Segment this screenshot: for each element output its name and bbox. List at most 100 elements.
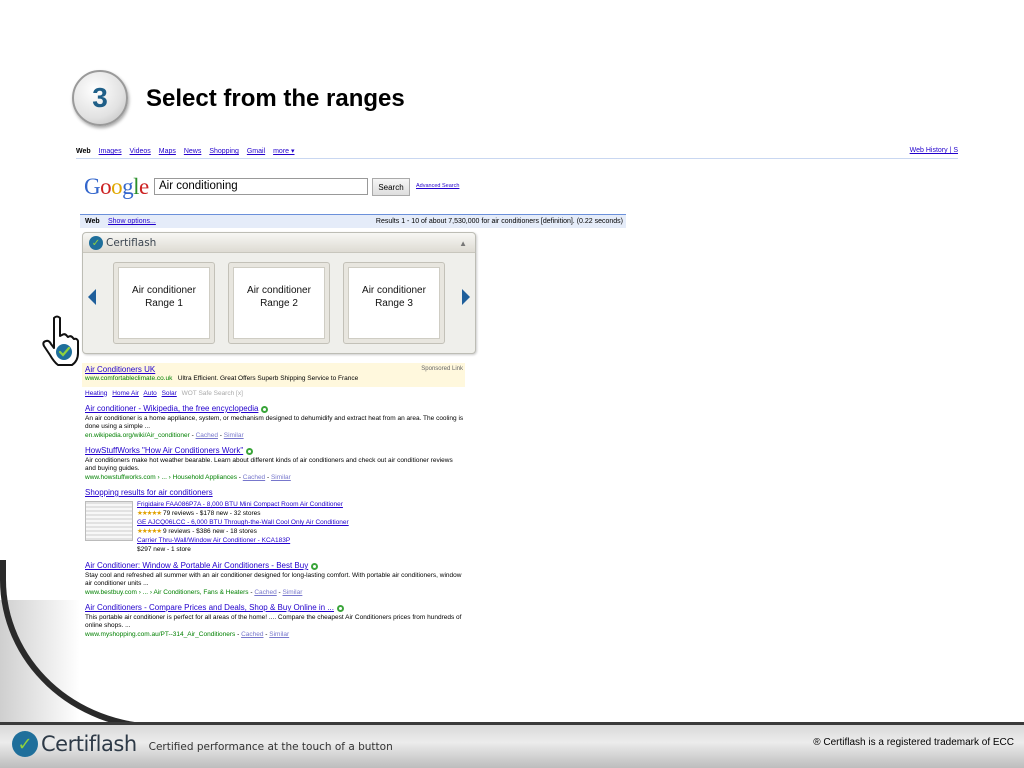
wot-rating-icon bbox=[337, 604, 345, 612]
sponsored-tag: Sponsored Link bbox=[421, 366, 463, 372]
certiflash-logo-icon: ✓ bbox=[12, 731, 38, 757]
footer-trademark: ® Certiflash is a registered trademark o… bbox=[813, 737, 1014, 748]
range-card-line: Range 3 bbox=[375, 298, 413, 309]
refine-link[interactable]: Home Air bbox=[112, 390, 139, 397]
result-desc: Air conditioners make hot weather bearab… bbox=[85, 456, 453, 473]
nav-news[interactable]: News bbox=[184, 148, 202, 155]
logo-letter: e bbox=[139, 174, 149, 199]
cached-link[interactable]: Cached bbox=[254, 589, 276, 596]
refine-links: Heating Home Air Auto Solar WOT Safe Sea… bbox=[85, 390, 465, 399]
logo-letter: g bbox=[122, 174, 134, 199]
show-options-link[interactable]: Show options... bbox=[108, 215, 156, 228]
search-input[interactable]: Air conditioning bbox=[154, 178, 368, 195]
cached-link[interactable]: Cached bbox=[196, 432, 218, 439]
result-desc: An air conditioner is a home appliance, … bbox=[85, 414, 464, 431]
nav-web[interactable]: Web bbox=[76, 148, 91, 155]
shopping-results: Shopping results for air conditioners Fr… bbox=[85, 488, 465, 555]
advanced-search-link[interactable]: Advanced Search bbox=[416, 183, 459, 189]
range-card-3-label: Air conditioner Range 3 bbox=[348, 267, 440, 339]
top-nav-divider bbox=[76, 158, 958, 159]
certiflash-panel-logo: Certiflash bbox=[106, 237, 157, 249]
refine-link[interactable]: Auto bbox=[143, 390, 156, 397]
range-card-3[interactable]: Air conditioner Range 3 bbox=[343, 262, 445, 344]
result-item: Air Conditioners - Compare Prices and De… bbox=[85, 603, 465, 639]
similar-link[interactable]: Similar bbox=[224, 432, 244, 439]
refine-link[interactable]: Heating bbox=[85, 390, 107, 397]
sponsored-title-link[interactable]: Air Conditioners UK bbox=[85, 365, 463, 375]
star-rating-icon: ★★★★★ bbox=[137, 527, 162, 535]
result-url: www.bestbuy.com › ... › Air Conditioners… bbox=[85, 588, 249, 596]
result-title-link[interactable]: Air Conditioner: Window & Portable Air C… bbox=[85, 561, 308, 570]
cached-link[interactable]: Cached bbox=[241, 631, 263, 638]
shopping-item-link[interactable]: Frigidaire FAA086P7A - 8,000 BTU Mini Co… bbox=[137, 501, 349, 510]
footer-brand: Certiflash bbox=[41, 732, 137, 756]
shopping-title-link[interactable]: Shopping results for air conditioners bbox=[85, 488, 465, 498]
range-card-1-label: Air conditioner Range 1 bbox=[118, 267, 210, 339]
range-card-1[interactable]: Air conditioner Range 1 bbox=[113, 262, 215, 344]
certiflash-panel-header: ✓ Certiflash ▲ bbox=[83, 233, 475, 253]
cached-link[interactable]: Cached bbox=[243, 474, 265, 481]
nav-more[interactable]: more ▾ bbox=[273, 148, 294, 155]
nav-videos[interactable]: Videos bbox=[130, 148, 151, 155]
result-title-link[interactable]: HowStuffWorks "How Air Conditioners Work… bbox=[85, 446, 243, 455]
logo-letter: o bbox=[111, 174, 123, 199]
wot-safe-search[interactable]: WOT Safe Search [x] bbox=[182, 390, 243, 397]
shopping-item-link[interactable]: GE AJCQ06LCC - 6,000 BTU Through-the-Wal… bbox=[137, 519, 349, 528]
shopping-items: Frigidaire FAA086P7A - 8,000 BTU Mini Co… bbox=[137, 501, 349, 555]
air-conditioner-thumbnail[interactable] bbox=[85, 501, 133, 541]
range-card-line: Range 1 bbox=[145, 298, 183, 309]
result-url: www.howstuffworks.com › ... › Household … bbox=[85, 473, 237, 481]
result-item: Air conditioner - Wikipedia, the free en… bbox=[85, 404, 464, 439]
similar-link[interactable]: Similar bbox=[269, 631, 289, 638]
range-card-line: Air conditioner bbox=[247, 285, 311, 296]
star-rating-icon: ★★★★★ bbox=[137, 509, 162, 517]
range-card-2-label: Air conditioner Range 2 bbox=[233, 267, 325, 339]
footer-logo: ✓ Certiflash Certified performance at th… bbox=[12, 731, 393, 757]
result-url: www.myshopping.com.au/PT--314_Air_Condit… bbox=[85, 630, 236, 638]
wot-rating-icon bbox=[246, 447, 254, 455]
panel-collapse-icon[interactable]: ▲ bbox=[459, 239, 467, 248]
result-desc: This portable air conditioner is perfect… bbox=[85, 613, 462, 630]
shopping-item-link[interactable]: Carrier Thru-Wall/Window Air Conditioner… bbox=[137, 537, 349, 546]
logo-letter: o bbox=[100, 174, 112, 199]
nav-maps[interactable]: Maps bbox=[159, 148, 176, 155]
range-card-line: Range 2 bbox=[260, 298, 298, 309]
step-number-badge: 3 bbox=[72, 70, 128, 126]
results-stats: Results 1 - 10 of about 7,530,000 for ai… bbox=[375, 218, 623, 225]
certiflash-check-icon: ✓ bbox=[89, 236, 103, 250]
nav-shopping[interactable]: Shopping bbox=[209, 148, 239, 155]
result-item: HowStuffWorks "How Air Conditioners Work… bbox=[85, 446, 465, 482]
range-card-2[interactable]: Air conditioner Range 2 bbox=[228, 262, 330, 344]
result-url: en.wikipedia.org/wiki/Air_conditioner bbox=[85, 431, 190, 439]
google-logo[interactable]: Google bbox=[84, 174, 149, 200]
shopping-block: Frigidaire FAA086P7A - 8,000 BTU Mini Co… bbox=[85, 501, 465, 555]
carousel-next-arrow-icon[interactable] bbox=[462, 289, 470, 305]
search-results: Sponsored Link Air Conditioners UK www.c… bbox=[82, 363, 465, 639]
shopping-item-meta: 9 reviews - $386 new - 18 stores bbox=[162, 527, 257, 535]
shopping-item-meta: 79 reviews - $178 new - 32 stores bbox=[162, 509, 261, 517]
sponsored-url: www.comfortableclimate.co.uk bbox=[85, 375, 173, 382]
shopping-item: Carrier Thru-Wall/Window Air Conditioner… bbox=[137, 537, 349, 554]
similar-link[interactable]: Similar bbox=[271, 474, 291, 481]
carousel-prev-arrow-icon[interactable] bbox=[88, 289, 96, 305]
footer-tagline: Certified performance at the touch of a … bbox=[148, 740, 393, 753]
nav-gmail[interactable]: Gmail bbox=[247, 148, 265, 155]
range-card-line: Air conditioner bbox=[362, 285, 426, 296]
result-item: Air Conditioner: Window & Portable Air C… bbox=[85, 561, 465, 597]
search-button[interactable]: Search bbox=[372, 178, 410, 196]
certiflash-panel: ✓ Certiflash ▲ Air conditioner Range 1 Ai… bbox=[82, 232, 476, 354]
step-number: 3 bbox=[92, 82, 108, 113]
wot-rating-icon bbox=[261, 405, 269, 413]
results-bar-web: Web bbox=[85, 218, 100, 225]
step-title: Select from the ranges bbox=[146, 85, 405, 112]
result-title-link[interactable]: Air Conditioners - Compare Prices and De… bbox=[85, 603, 334, 612]
nav-web-history[interactable]: Web History | S bbox=[910, 147, 958, 154]
similar-link[interactable]: Similar bbox=[283, 589, 303, 596]
result-desc: Stay cool and refreshed all summer with … bbox=[85, 571, 462, 588]
wot-rating-icon bbox=[311, 562, 319, 570]
logo-letter: G bbox=[84, 174, 101, 199]
result-title-link[interactable]: Air conditioner - Wikipedia, the free en… bbox=[85, 404, 258, 413]
sponsored-result: Sponsored Link Air Conditioners UK www.c… bbox=[82, 363, 465, 387]
refine-link[interactable]: Solar bbox=[162, 390, 177, 397]
nav-images[interactable]: Images bbox=[99, 148, 122, 155]
